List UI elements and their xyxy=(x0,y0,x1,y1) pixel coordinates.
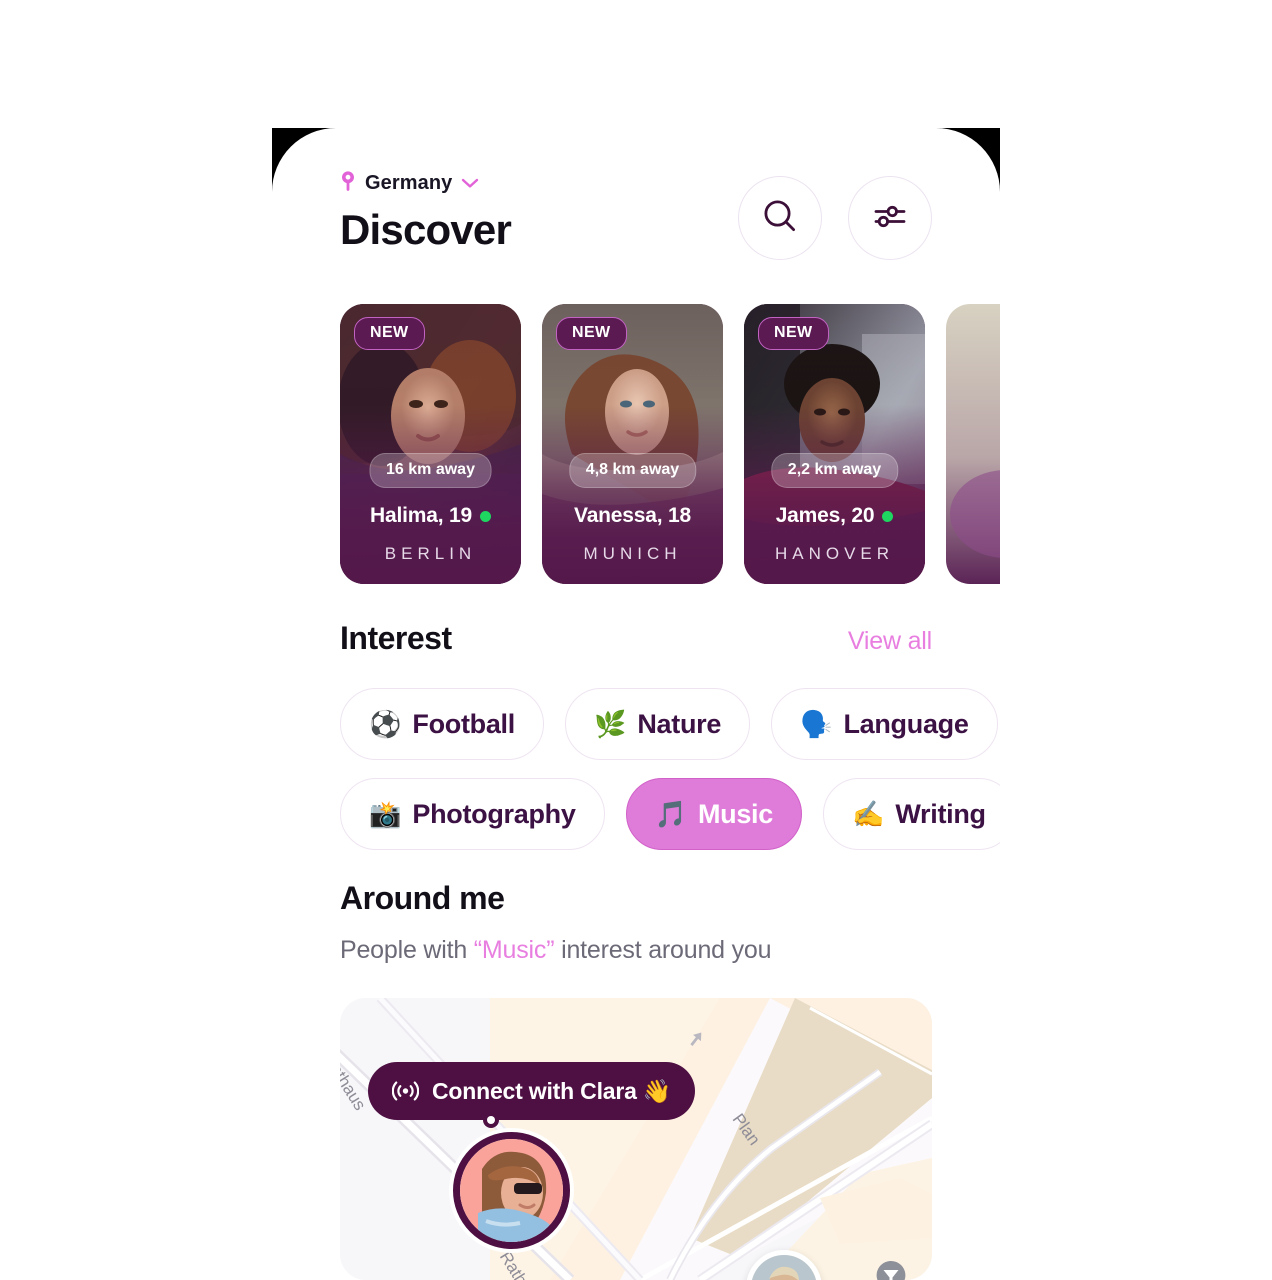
interest-chip-football[interactable]: ⚽ Football xyxy=(340,688,544,760)
interest-chip-language[interactable]: 🗣️ Language xyxy=(771,688,998,760)
profile-name: Vanessa, 18 xyxy=(574,504,691,527)
distance-pill: 2,2 km away xyxy=(770,453,899,488)
interest-chip-label: Photography xyxy=(412,798,576,829)
interest-chip-label: Music xyxy=(697,798,773,829)
profile-name: James, 20 xyxy=(775,504,875,527)
around-subtitle-suffix: interest around you xyxy=(554,936,772,964)
interest-chip-row: 📸 Photography 🎵 Music ✍️ Writing xyxy=(340,778,1000,850)
football-icon: ⚽ xyxy=(369,709,402,739)
map-canvas xyxy=(340,998,932,1280)
profile-name: Halima, 19 xyxy=(370,504,472,527)
profile-city: MUNICH xyxy=(583,544,682,563)
writing-icon: ✍️ xyxy=(851,799,885,829)
filter-button[interactable] xyxy=(848,176,932,260)
search-icon xyxy=(761,197,799,240)
card-name-row: Vanessa, 18 xyxy=(542,504,723,528)
new-badge: NEW xyxy=(354,317,425,350)
connect-tooltip-text: Connect with Clara 👋 xyxy=(432,1077,672,1105)
card-name-row: Halima, 19 xyxy=(340,504,521,528)
location-pin-icon xyxy=(340,170,356,197)
profile-card-carousel[interactable]: NEW 16 km away Halima, 19 BERLIN NEW 4,8… xyxy=(340,304,1000,584)
card-name-row: James, 20 xyxy=(744,504,925,528)
around-me-subtitle: People with “Music” interest around you xyxy=(340,936,772,965)
profile-city: BERLIN xyxy=(384,544,477,563)
interest-chip-label: Football xyxy=(412,708,515,739)
connect-name: Clara xyxy=(580,1077,637,1104)
chevron-down-icon[interactable] xyxy=(461,176,479,194)
around-subtitle-highlight: “Music” xyxy=(473,936,555,964)
connect-with-clara-tooltip[interactable]: Connect with Clara 👋 xyxy=(368,1062,696,1120)
page-title: Discover xyxy=(340,206,512,253)
interest-chip-photography[interactable]: 📸 Photography xyxy=(340,778,605,850)
phone-screen: Germany Discover NEW 16 km away Halima, … xyxy=(272,128,1000,1280)
broadcast-signal-icon xyxy=(392,1080,419,1102)
frame-corner-mask xyxy=(272,128,336,192)
interest-chip-nature[interactable]: 🌿 Nature xyxy=(564,688,751,760)
interest-chip-row: ⚽ Football 🌿 Nature 🗣️ Language xyxy=(340,688,1000,760)
profile-city: HANOVER xyxy=(774,544,895,563)
online-status-dot xyxy=(882,510,894,522)
search-button[interactable] xyxy=(738,176,822,260)
profile-card-partial[interactable] xyxy=(946,304,1000,584)
interest-chip-writing[interactable]: ✍️ Writing xyxy=(822,778,1000,850)
frame-corner-mask xyxy=(936,128,1000,192)
bar-pin-icon xyxy=(874,1260,908,1280)
interest-section-header: Interest View all xyxy=(340,620,932,657)
location-label: Germany xyxy=(365,172,453,194)
tooltip-pointer xyxy=(483,1112,499,1128)
nature-icon: 🌿 xyxy=(593,709,627,739)
filter-sliders-icon xyxy=(873,201,907,236)
interest-chip-label: Nature xyxy=(637,708,722,739)
interest-chip-list: ⚽ Football 🌿 Nature 🗣️ Language 📸 Photog… xyxy=(340,688,1000,868)
interest-chip-label: Language xyxy=(843,708,969,739)
profile-card[interactable]: NEW 4,8 km away Vanessa, 18 MUNICH xyxy=(542,304,723,584)
new-badge: NEW xyxy=(758,317,829,350)
interest-chip-music[interactable]: 🎵 Music xyxy=(625,778,802,850)
location-selector[interactable]: Germany xyxy=(340,170,479,197)
music-icon: 🎵 xyxy=(654,799,687,829)
language-icon: 🗣️ xyxy=(800,709,833,739)
photography-icon: 📸 xyxy=(369,799,402,829)
interest-chip-label: Writing xyxy=(895,798,986,829)
profile-card[interactable]: NEW 2,2 km away James, 20 HANOVER xyxy=(744,304,925,584)
distance-pill: 4,8 km away xyxy=(568,453,697,488)
interest-title: Interest xyxy=(340,620,452,656)
wave-emoji: 👋 xyxy=(642,1077,672,1104)
clara-avatar[interactable] xyxy=(453,1132,570,1249)
online-status-dot xyxy=(479,510,491,522)
new-badge: NEW xyxy=(556,317,627,350)
around-subtitle-prefix: People with xyxy=(340,936,474,964)
view-all-link[interactable]: View all xyxy=(848,627,932,656)
around-me-title: Around me xyxy=(340,880,505,916)
profile-card[interactable]: NEW 16 km away Halima, 19 BERLIN xyxy=(340,304,521,584)
around-me-map[interactable]: Rathaus Rathauss Plan Connect with Clara… xyxy=(340,998,932,1280)
connect-prefix: Connect with xyxy=(432,1077,581,1104)
distance-pill: 16 km away xyxy=(369,453,492,488)
